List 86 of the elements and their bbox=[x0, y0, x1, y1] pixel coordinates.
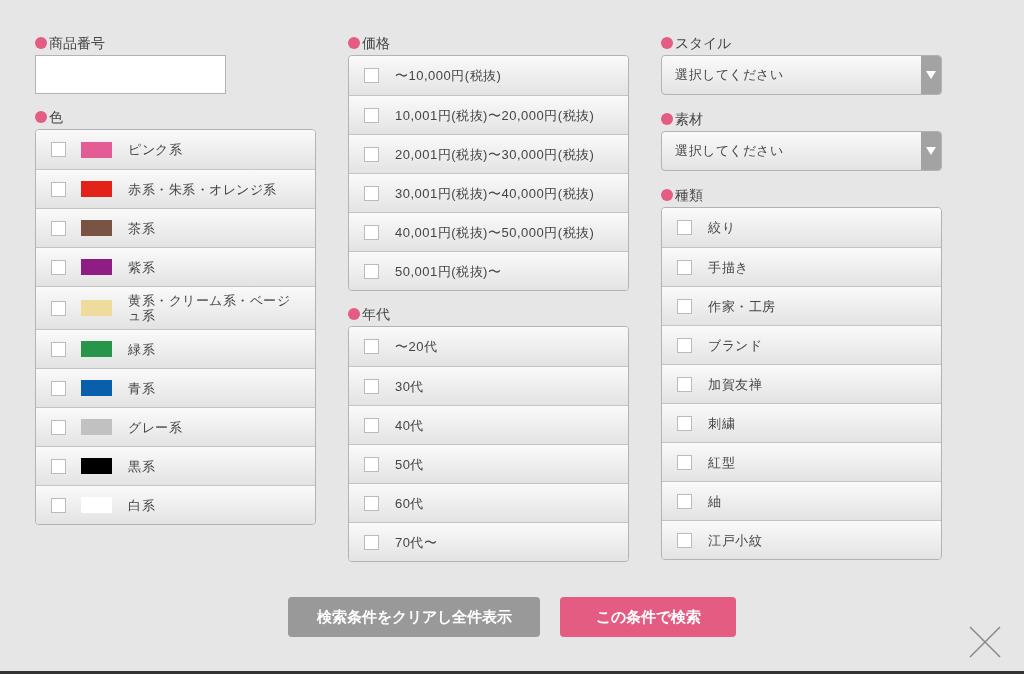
option-label: 〜20代 bbox=[395, 339, 438, 354]
close-icon[interactable] bbox=[969, 626, 1001, 658]
checkbox[interactable] bbox=[51, 419, 66, 435]
option-label: 50代 bbox=[395, 456, 424, 472]
option-label: 手描き bbox=[708, 259, 749, 275]
section-label: 色 bbox=[49, 107, 63, 127]
checkbox[interactable] bbox=[364, 417, 379, 433]
checkbox[interactable] bbox=[677, 376, 692, 392]
checkbox[interactable] bbox=[677, 493, 692, 509]
bullet-icon bbox=[661, 113, 673, 125]
checkbox[interactable] bbox=[364, 456, 379, 472]
option-label: 白系 bbox=[128, 497, 156, 513]
section-label: 年代 bbox=[362, 304, 390, 324]
checkbox[interactable] bbox=[364, 534, 379, 550]
bullet-icon bbox=[661, 189, 673, 201]
option-label: 30,001円(税抜)〜40,000円(税抜) bbox=[395, 185, 595, 201]
section-label: 商品番号 bbox=[49, 33, 105, 53]
checkbox[interactable] bbox=[364, 146, 379, 162]
bullet-icon bbox=[35, 37, 47, 49]
checkbox[interactable] bbox=[364, 378, 379, 394]
option-row[interactable]: 50,001円(税抜)〜 bbox=[349, 251, 628, 290]
checkbox[interactable] bbox=[364, 224, 379, 240]
bullet-icon bbox=[348, 37, 360, 49]
option-row[interactable]: 江戸小紋 bbox=[662, 520, 941, 559]
option-label: 40,001円(税抜)〜50,000円(税抜) bbox=[395, 224, 595, 240]
select-dropdown[interactable]: 選択してください bbox=[661, 131, 942, 171]
checkbox[interactable] bbox=[364, 68, 379, 83]
option-label: 70代〜 bbox=[395, 534, 438, 550]
caret-icon bbox=[926, 147, 936, 155]
option-label: グレー系 bbox=[128, 419, 183, 435]
option-label: 〜10,000円(税抜) bbox=[395, 68, 502, 83]
checkbox[interactable] bbox=[677, 337, 692, 353]
option-label: 黒系 bbox=[128, 458, 156, 474]
checkbox[interactable] bbox=[51, 142, 66, 157]
option-label: ブランド bbox=[708, 337, 762, 353]
option-label: 加賀友禅 bbox=[708, 376, 762, 392]
option-label: 30代 bbox=[395, 378, 424, 394]
option-label: 黄系・クリーム系・ベージュ系 bbox=[128, 293, 291, 323]
checkbox[interactable] bbox=[677, 259, 692, 275]
checkbox[interactable] bbox=[677, 220, 692, 235]
bullet-icon bbox=[35, 111, 47, 123]
checkbox[interactable] bbox=[677, 454, 692, 470]
bullet-icon bbox=[661, 37, 673, 49]
checkbox[interactable] bbox=[364, 185, 379, 201]
checkbox[interactable] bbox=[677, 415, 692, 431]
checkbox[interactable] bbox=[677, 532, 692, 548]
option-label: 60代 bbox=[395, 495, 424, 511]
checkbox[interactable] bbox=[677, 298, 692, 314]
checkbox[interactable] bbox=[51, 181, 66, 197]
checkbox[interactable] bbox=[51, 497, 66, 513]
option-label: 茶系 bbox=[128, 220, 156, 236]
checkbox[interactable] bbox=[51, 220, 66, 236]
option-label: 紅型 bbox=[708, 454, 735, 470]
checkbox[interactable] bbox=[51, 380, 66, 396]
checkbox[interactable] bbox=[51, 259, 66, 275]
option-label: 作家・工房 bbox=[708, 298, 776, 314]
checkbox[interactable] bbox=[364, 263, 379, 279]
option-label: ピンク系 bbox=[128, 142, 183, 157]
option-label: 10,001円(税抜)〜20,000円(税抜) bbox=[395, 107, 595, 123]
option-label: 40代 bbox=[395, 417, 424, 433]
checkbox[interactable] bbox=[51, 341, 66, 357]
option-label: 刺繍 bbox=[708, 415, 735, 431]
option-label: 江戸小紋 bbox=[708, 532, 762, 548]
checkbox[interactable] bbox=[364, 107, 379, 123]
option-label: 50,001円(税抜)〜 bbox=[395, 263, 502, 279]
input-field[interactable] bbox=[35, 55, 226, 94]
section-label: スタイル bbox=[675, 33, 731, 53]
checkbox[interactable] bbox=[51, 458, 66, 474]
option-label: 青系 bbox=[128, 380, 156, 396]
option-row[interactable]: 70代〜 bbox=[349, 522, 628, 561]
option-label: 赤系・朱系・オレンジ系 bbox=[128, 181, 278, 197]
option-label: 20,001円(税抜)〜30,000円(税抜) bbox=[395, 146, 595, 162]
option-label: 紫系 bbox=[128, 259, 156, 275]
option-label: 緑系 bbox=[128, 341, 156, 357]
option-row[interactable]: 白系 bbox=[36, 485, 315, 524]
section-label: 価格 bbox=[362, 33, 390, 53]
option-label: 紬 bbox=[708, 493, 722, 509]
section-label: 種類 bbox=[675, 185, 703, 205]
bullet-icon bbox=[348, 308, 360, 320]
checkbox[interactable] bbox=[364, 495, 379, 511]
section-label: 素材 bbox=[675, 109, 703, 129]
select-dropdown[interactable]: 選択してください bbox=[661, 55, 942, 95]
checkbox[interactable] bbox=[51, 300, 66, 316]
option-label: 絞り bbox=[708, 220, 735, 235]
caret-icon bbox=[926, 71, 936, 79]
checkbox[interactable] bbox=[364, 339, 379, 354]
